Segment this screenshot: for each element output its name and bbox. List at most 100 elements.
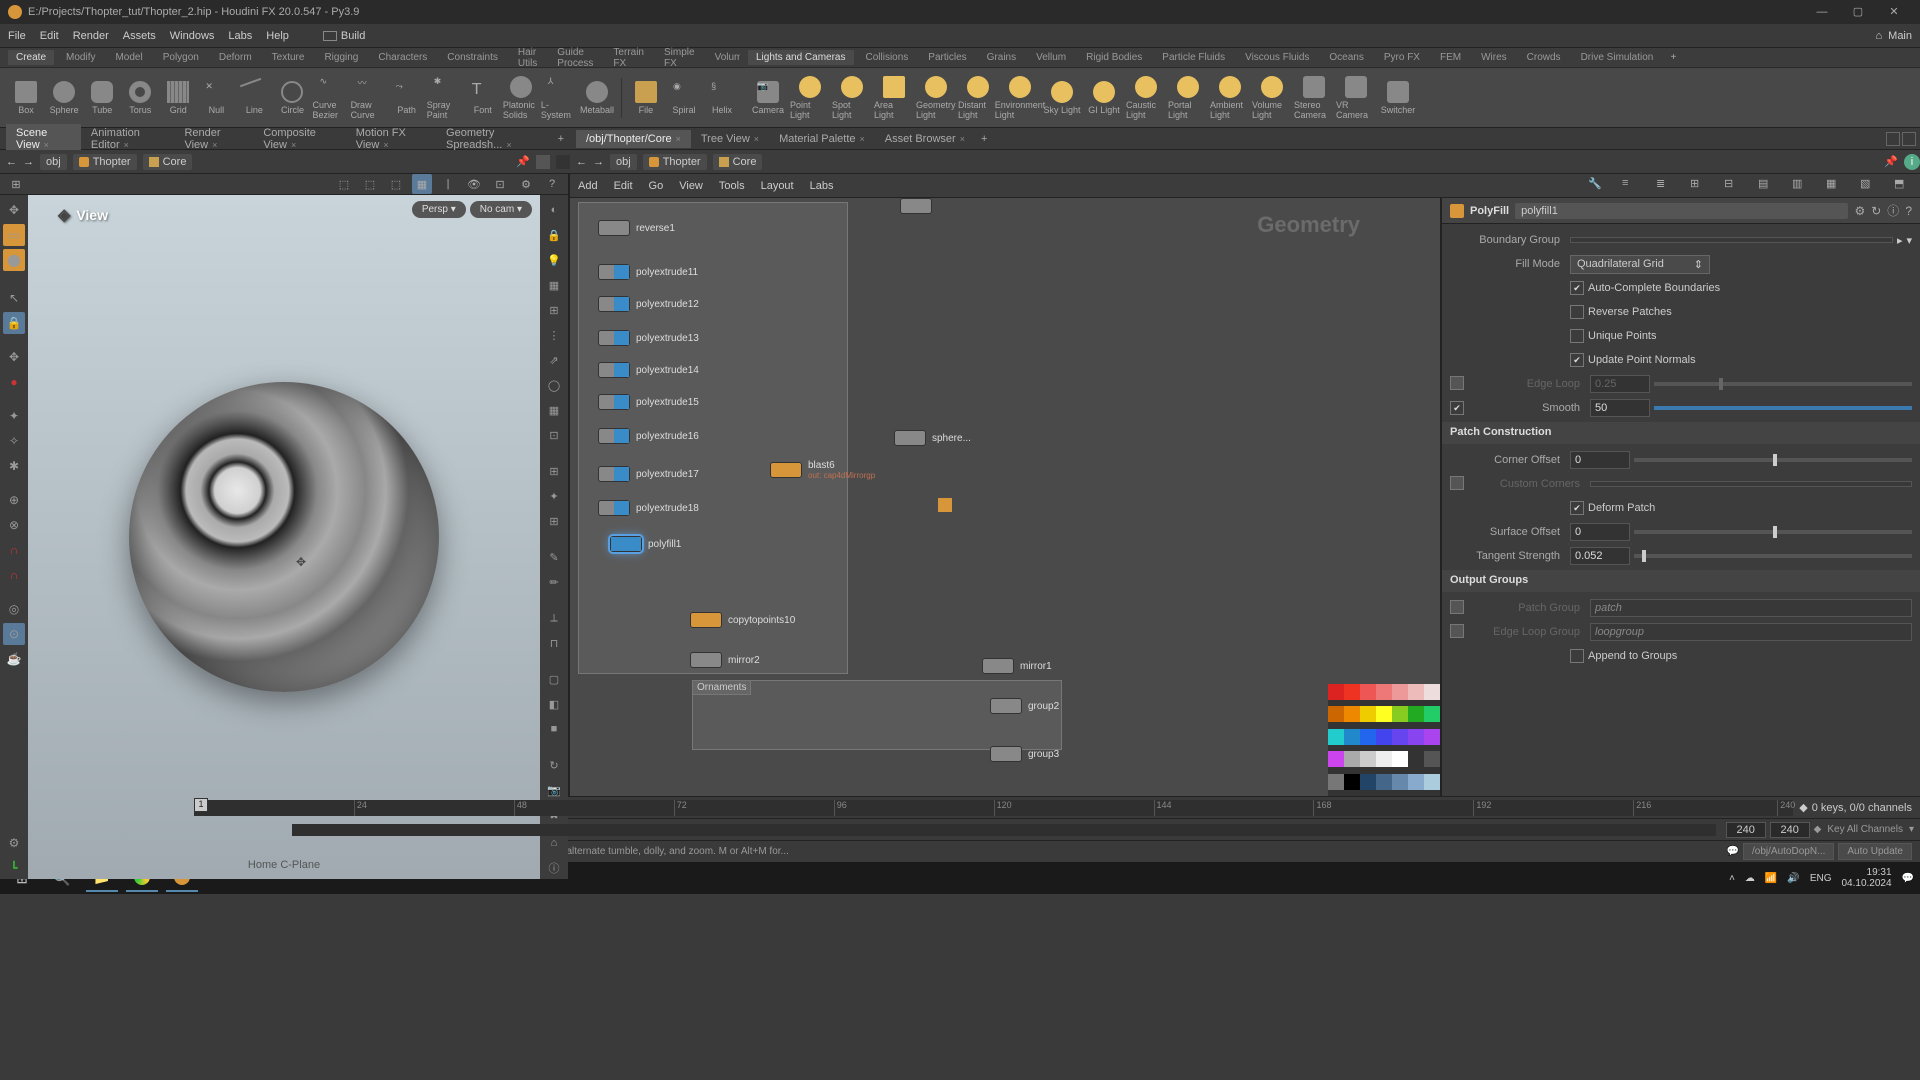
tab-anim-editor[interactable]: Animation Editor×: [81, 124, 175, 154]
tray-time[interactable]: 19:31: [1841, 867, 1891, 878]
shelf-tab[interactable]: Grains: [979, 50, 1024, 65]
visibility-icon[interactable]: 👁: [464, 174, 484, 194]
tool-geolight[interactable]: Geometry Light: [916, 72, 956, 124]
tray-notif-icon[interactable]: 💬: [1902, 873, 1914, 884]
playhead[interactable]: 1: [194, 798, 208, 812]
shelf-tab[interactable]: FEM: [1432, 50, 1469, 65]
color-swatch[interactable]: [1408, 774, 1424, 790]
color-swatch[interactable]: [1408, 751, 1424, 767]
edge-loop-group-toggle[interactable]: [1450, 624, 1464, 638]
color-swatch[interactable]: [1392, 684, 1408, 700]
fwd-arrow-icon[interactable]: →: [23, 156, 34, 168]
tool-tube[interactable]: Tube: [84, 72, 120, 124]
net-menu-edit[interactable]: Edit: [614, 180, 633, 192]
help-icon[interactable]: ?: [542, 174, 562, 194]
fwd-arrow-icon[interactable]: →: [593, 156, 604, 168]
tool-drawcurve[interactable]: 〰Draw Curve: [351, 72, 387, 124]
custom-corners-toggle[interactable]: [1450, 476, 1464, 490]
shading-icon[interactable]: ◐: [543, 199, 565, 221]
tool-box[interactable]: Box: [8, 72, 44, 124]
path-obj[interactable]: obj: [610, 154, 637, 170]
node-pe14[interactable]: polyextrude14: [598, 362, 699, 378]
color-swatch[interactable]: [1376, 751, 1392, 767]
tool-path[interactable]: ⤳Path: [389, 72, 425, 124]
color-palette[interactable]: [1328, 684, 1440, 796]
shelf-tab[interactable]: Particles: [920, 50, 974, 65]
maximize-button[interactable]: ▢: [1840, 0, 1876, 24]
node-pe15[interactable]: polyextrude15: [598, 394, 699, 410]
net-menu-view[interactable]: View: [679, 180, 703, 192]
desk-selector[interactable]: Build: [341, 30, 365, 42]
color-swatch[interactable]: [1408, 684, 1424, 700]
color-swatch[interactable]: [1344, 684, 1360, 700]
shade3-icon[interactable]: ■: [543, 718, 565, 740]
color-swatch[interactable]: [1376, 706, 1392, 722]
help-icon[interactable]: ?: [1905, 204, 1912, 218]
tool-portallight[interactable]: Portal Light: [1168, 72, 1208, 124]
select-faces-icon[interactable]: ▦: [412, 174, 432, 194]
key-icon[interactable]: ◆: [1814, 824, 1822, 835]
tool-skylight[interactable]: Sky Light: [1042, 72, 1082, 124]
wrench-icon[interactable]: 🔧: [1588, 177, 1606, 195]
node-pe18[interactable]: polyextrude18: [598, 500, 699, 516]
grid-icon[interactable]: ⊞: [6, 174, 26, 194]
tab-composite[interactable]: Composite View×: [253, 124, 345, 154]
node-pe11[interactable]: polyextrude11: [598, 264, 698, 280]
color-swatch[interactable]: [1392, 774, 1408, 790]
light-icon[interactable]: 💡: [543, 249, 565, 271]
net-menu-add[interactable]: Add: [578, 180, 598, 192]
brush2-icon[interactable]: ✧: [3, 430, 25, 452]
color-swatch[interactable]: [1328, 774, 1344, 790]
lock-icon[interactable]: 🔒: [543, 224, 565, 246]
color-swatch[interactable]: [1408, 729, 1424, 745]
grid-icon[interactable]: ⊞: [1690, 177, 1708, 195]
autodop-button[interactable]: /obj/AutoDopN...: [1743, 843, 1834, 860]
close-button[interactable]: ✕: [1876, 0, 1912, 24]
layout4-icon[interactable]: ▧: [1860, 177, 1878, 195]
points-icon[interactable]: ⋮: [543, 324, 565, 346]
tangent-strength-field[interactable]: 0.052: [1570, 547, 1630, 565]
color-swatch[interactable]: [1360, 684, 1376, 700]
node-mirror1[interactable]: mirror1: [982, 658, 1052, 674]
node-reverse1[interactable]: reverse1: [598, 220, 675, 236]
color-swatch[interactable]: [1328, 706, 1344, 722]
persp-selector[interactable]: Persp ▾: [412, 201, 466, 218]
info-icon[interactable]: ⓘ: [543, 857, 565, 879]
color-swatch[interactable]: [1360, 751, 1376, 767]
shelf-tab[interactable]: Rigid Bodies: [1078, 50, 1150, 65]
unique-points-checkbox[interactable]: [1570, 329, 1584, 343]
bg-icon[interactable]: ▦: [543, 399, 565, 421]
surface-offset-field[interactable]: 0: [1570, 523, 1630, 541]
snapshot-icon[interactable]: 📷: [543, 779, 565, 801]
menu-assets[interactable]: Assets: [123, 30, 156, 42]
key-icon[interactable]: ◆: [1799, 801, 1807, 814]
magnet-icon[interactable]: ∩: [3, 539, 25, 561]
layout1-icon[interactable]: ▤: [1758, 177, 1776, 195]
color-swatch[interactable]: [1392, 729, 1408, 745]
tab-asset[interactable]: Asset Browser×: [875, 130, 975, 148]
paint-tool-icon[interactable]: ⬤: [3, 249, 25, 271]
shelf-tab[interactable]: Model: [107, 50, 150, 65]
record-icon[interactable]: ●: [3, 371, 25, 393]
node-partial[interactable]: [900, 198, 932, 214]
add-tab[interactable]: +: [975, 133, 993, 145]
gear-icon[interactable]: ⚙: [516, 174, 536, 194]
node-polyfill1[interactable]: polyfill1: [610, 536, 681, 552]
material-icon[interactable]: ▦: [543, 274, 565, 296]
tool-stereocam[interactable]: Stereo Camera: [1294, 72, 1334, 124]
color-swatch[interactable]: [1392, 706, 1408, 722]
refresh-icon[interactable]: ↻: [1871, 204, 1881, 218]
shelf-tab[interactable]: Rigging: [316, 50, 366, 65]
shelf-tab[interactable]: Modify: [58, 50, 103, 65]
normals-icon[interactable]: ⇗: [543, 349, 565, 371]
tab-network[interactable]: /obj/Thopter/Core×: [576, 130, 691, 148]
tool-metaball[interactable]: Metaball: [579, 72, 615, 124]
shelf-tab-create[interactable]: Create: [8, 50, 54, 65]
group-picker-icon[interactable]: ▸: [1897, 234, 1903, 247]
color-swatch[interactable]: [1328, 751, 1344, 767]
node-blast6[interactable]: blast6out: cap4dMirrorgp: [770, 460, 875, 480]
tab-material[interactable]: Material Palette×: [769, 130, 875, 148]
shelf-tab[interactable]: Terrain FX: [605, 45, 652, 71]
path-thopter[interactable]: Thopter: [73, 154, 137, 170]
corner-offset-slider[interactable]: [1634, 458, 1912, 462]
